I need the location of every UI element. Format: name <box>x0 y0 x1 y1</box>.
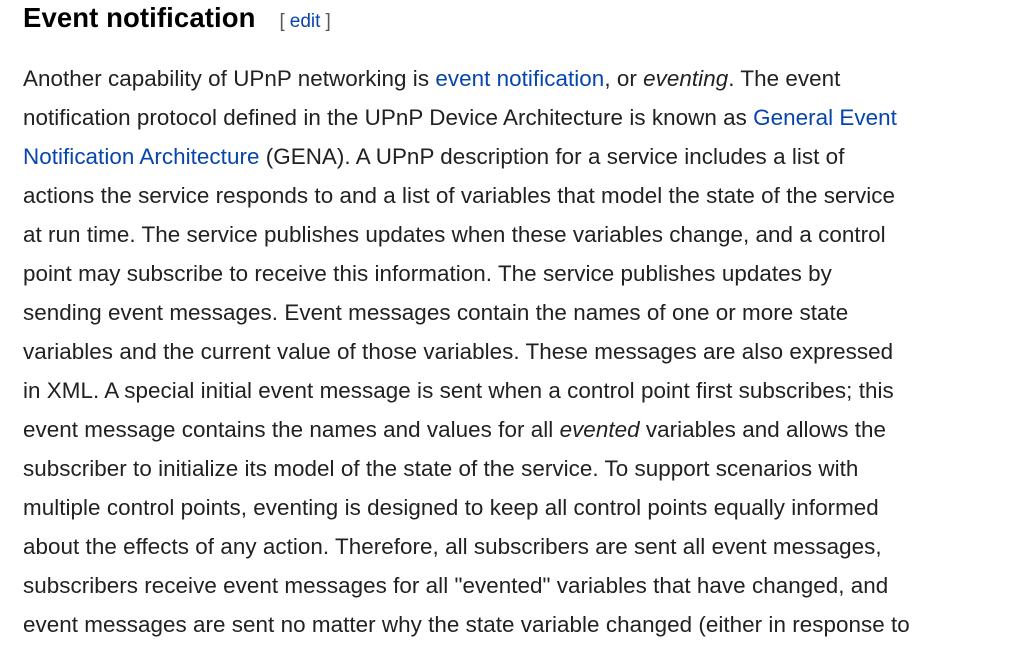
inline-link[interactable]: General Event <box>753 105 897 130</box>
text-run: about the effects of any action. Therefo… <box>23 534 882 559</box>
text-run: point may subscribe to receive this info… <box>23 261 832 286</box>
paragraph-line: Another capability of UPnP networking is… <box>23 59 1013 98</box>
inline-link[interactable]: Notification Architecture <box>23 144 259 169</box>
section-heading-row: Event notification [edit] <box>23 0 1013 44</box>
text-run: (GENA). A UPnP description for a service… <box>259 144 845 169</box>
edit-bracket-close: ] <box>325 11 331 32</box>
paragraph-line: notification protocol defined in the UPn… <box>23 98 1013 137</box>
paragraph-line: multiple control points, eventing is des… <box>23 488 1013 527</box>
text-run: variables and the current value of those… <box>23 339 894 364</box>
paragraph-line: about the effects of any action. Therefo… <box>23 527 1013 566</box>
emphasized-text: evented <box>559 417 640 442</box>
paragraph-line: event message contains the names and val… <box>23 410 1013 449</box>
paragraph-line: variables and the current value of those… <box>23 332 1013 371</box>
text-run: variables and allows the <box>639 417 887 442</box>
inline-link[interactable]: event notification <box>435 66 604 91</box>
text-run: notification protocol defined in the UPn… <box>23 105 754 130</box>
page: { "section": { "title": "Event notificat… <box>0 0 1024 648</box>
edit-section-link[interactable]: edit <box>285 11 326 32</box>
body-paragraph: Another capability of UPnP networking is… <box>23 59 1013 644</box>
paragraph-line: in XML. A special initial event message … <box>23 371 1013 410</box>
edit-section-link-wrapper: [edit] <box>280 11 331 33</box>
paragraph-line: Notification Architecture (GENA). A UPnP… <box>23 137 1013 176</box>
text-run: sending event messages. Event messages c… <box>23 300 849 325</box>
section-title: Event notification <box>23 2 256 33</box>
paragraph-line: point may subscribe to receive this info… <box>23 254 1013 293</box>
article-section: Event notification [edit] Another capabi… <box>23 0 1013 644</box>
text-run: at run time. The service publishes updat… <box>23 222 886 247</box>
text-run: Another capability of UPnP networking is <box>23 66 436 91</box>
text-run: multiple control points, eventing is des… <box>23 495 879 520</box>
text-run: subscriber to initialize its model of th… <box>23 456 859 481</box>
paragraph-line: subscribers receive event messages for a… <box>23 566 1013 605</box>
text-run: event message contains the names and val… <box>23 417 560 442</box>
text-run: . The event <box>728 66 841 91</box>
paragraph-line: at run time. The service publishes updat… <box>23 215 1013 254</box>
edit-bracket-open: [ <box>279 11 285 32</box>
paragraph-line: actions the service responds to and a li… <box>23 176 1013 215</box>
paragraph-line: sending event messages. Event messages c… <box>23 293 1013 332</box>
paragraph-line: subscriber to initialize its model of th… <box>23 449 1013 488</box>
text-run: in XML. A special initial event message … <box>23 378 894 403</box>
text-run: subscribers receive event messages for a… <box>23 573 889 598</box>
text-run: event messages are sent no matter why th… <box>23 612 910 637</box>
text-run: actions the service responds to and a li… <box>23 183 896 208</box>
emphasized-text: eventing <box>643 66 729 91</box>
paragraph-line: event messages are sent no matter why th… <box>23 605 1013 644</box>
text-run: , or <box>604 66 644 91</box>
